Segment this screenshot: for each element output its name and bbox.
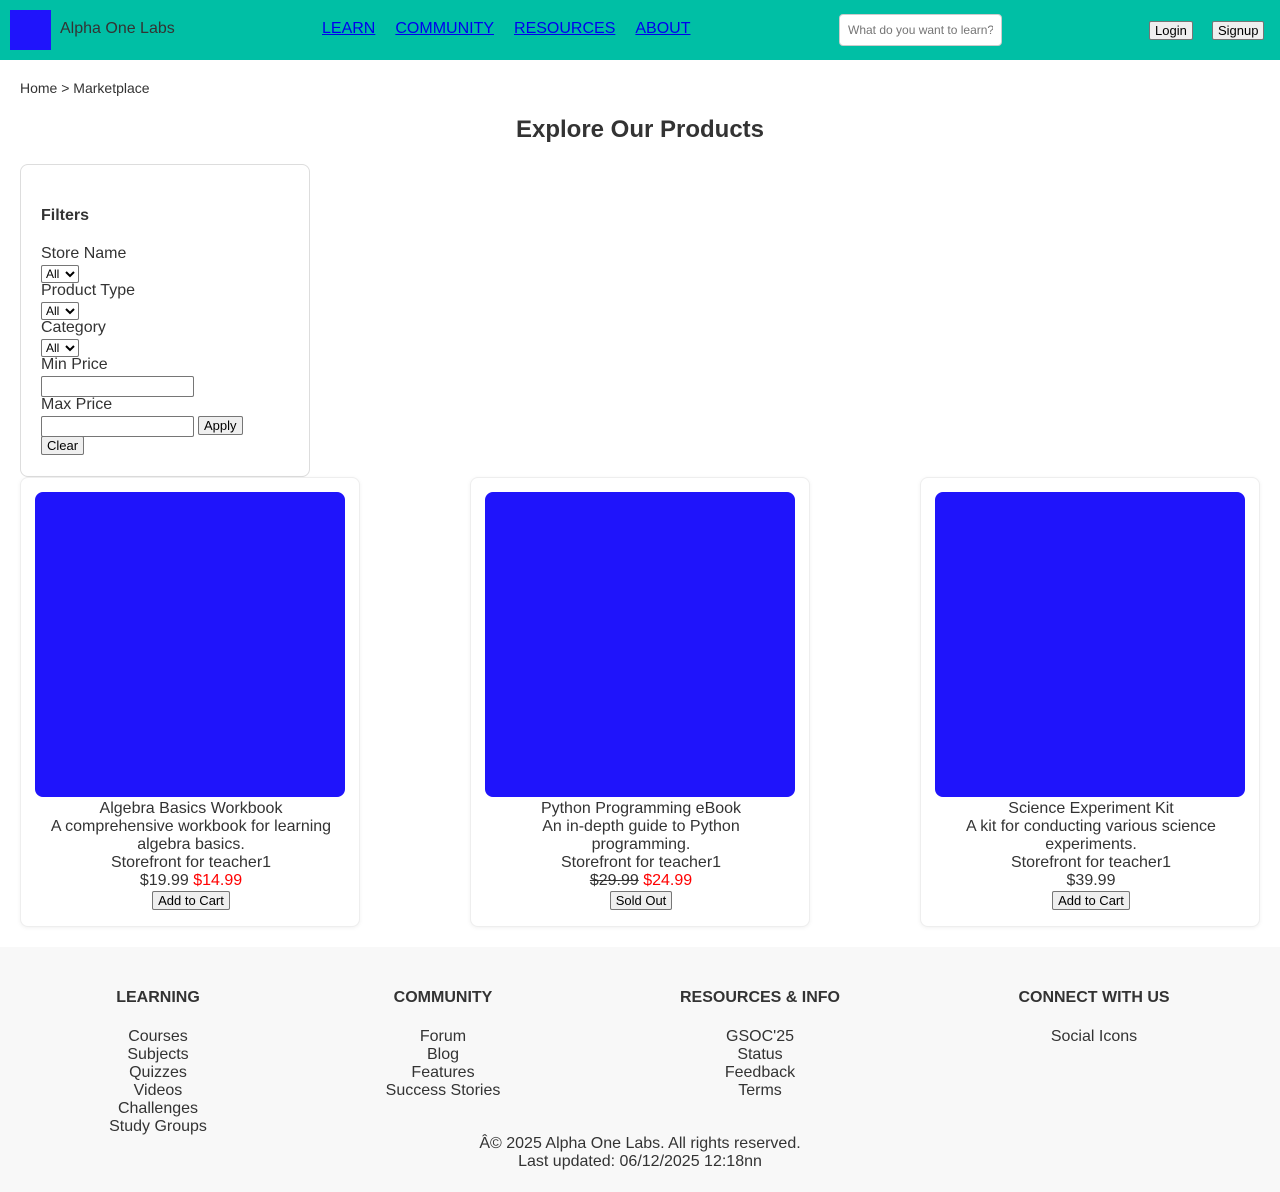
footer-learning: LEARNING Courses Subjects Quizzes Videos…	[108, 989, 208, 1136]
product-store: Storefront for teacher1	[560, 854, 722, 871]
add-to-cart-button[interactable]: Add to Cart	[152, 891, 230, 910]
last-updated-text: Last updated: 06/12/2025 12:18nn	[518, 1153, 762, 1170]
product-original-price: $29.99	[589, 872, 639, 889]
product-card: Python Programming eBook An in-depth gui…	[470, 477, 810, 927]
product-card: Algebra Basics Workbook A comprehensive …	[20, 477, 360, 927]
footer-link-status[interactable]: Status	[670, 1046, 850, 1064]
footer-link-videos[interactable]: Videos	[108, 1082, 208, 1100]
footer-link-feedback[interactable]: Feedback	[670, 1064, 850, 1082]
max-price-input[interactable]	[41, 416, 194, 437]
product-price: $39.99	[1066, 872, 1116, 889]
footer-link-terms[interactable]: Terms	[670, 1082, 850, 1100]
product-price-row: $19.99 $14.99	[41, 872, 341, 890]
product-store: Storefront for teacher1	[1010, 854, 1172, 871]
footer-heading: CONNECT WITH US	[1018, 989, 1170, 1006]
footer-link-features[interactable]: Features	[373, 1064, 513, 1082]
breadcrumb: Home > Marketplace	[20, 80, 150, 96]
product-description: A kit for conducting various science exp…	[966, 818, 1216, 853]
search-input[interactable]	[839, 14, 1002, 46]
product-sale-price: $24.99	[643, 872, 693, 889]
footer-link-quizzes[interactable]: Quizzes	[108, 1064, 208, 1082]
footer-link-gsoc[interactable]: GSOC'25	[670, 1028, 850, 1046]
add-to-cart-button[interactable]: Add to Cart	[1052, 891, 1130, 910]
product-price-row: $39.99	[941, 872, 1241, 890]
top-navbar: Alpha One Labs LEARN COMMUNITY RESOURCES…	[0, 0, 1280, 60]
login-button[interactable]: Login	[1149, 21, 1193, 40]
product-info: Science Experiment Kit A kit for conduct…	[941, 800, 1241, 910]
product-description: A comprehensive workbook for learning al…	[50, 818, 332, 853]
store-name-label: Store Name	[41, 245, 127, 262]
footer-resources: RESOURCES & INFO GSOC'25 Status Feedback…	[670, 989, 850, 1100]
footer-link-courses[interactable]: Courses	[108, 1028, 208, 1046]
clear-button[interactable]: Clear	[41, 436, 85, 455]
page-title: Explore Our Products	[515, 116, 765, 143]
footer-copyright: Â© 2025 Alpha One Labs. All rights reser…	[0, 1135, 1280, 1171]
product-price: $19.99	[139, 872, 189, 889]
product-price-row: $29.99 $24.99	[491, 872, 791, 890]
apply-button[interactable]: Apply	[198, 416, 243, 435]
product-info: Algebra Basics Workbook A comprehensive …	[41, 800, 341, 910]
product-info: Python Programming eBook An in-depth gui…	[491, 800, 791, 910]
footer-link-social-icons[interactable]: Social Icons	[1004, 1028, 1184, 1046]
sold-out-button[interactable]: Sold Out	[609, 891, 673, 910]
footer-heading: COMMUNITY	[393, 989, 493, 1006]
footer: LEARNING Courses Subjects Quizzes Videos…	[0, 947, 1280, 1192]
footer-heading: RESOURCES & INFO	[679, 989, 840, 1006]
product-type-label: Product Type	[41, 282, 135, 299]
footer-link-success-stories[interactable]: Success Stories	[373, 1082, 513, 1100]
footer-link-study-groups[interactable]: Study Groups	[108, 1118, 208, 1136]
footer-link-subjects[interactable]: Subjects	[108, 1046, 208, 1064]
product-image[interactable]	[485, 492, 795, 797]
product-card: Science Experiment Kit A kit for conduct…	[920, 477, 1260, 927]
min-price-label: Min Price	[41, 356, 108, 373]
max-price-label: Max Price	[41, 396, 113, 413]
nav-learn[interactable]: LEARN	[322, 20, 375, 38]
signup-button[interactable]: Signup	[1212, 21, 1265, 40]
product-type-select[interactable]: All	[41, 302, 79, 320]
footer-heading: LEARNING	[116, 989, 200, 1006]
product-description: An in-depth guide to Python programming.	[542, 818, 740, 853]
footer-connect: CONNECT WITH US Social Icons	[1004, 989, 1184, 1046]
product-name[interactable]: Python Programming eBook	[491, 800, 791, 818]
main-nav: LEARN COMMUNITY RESOURCES ABOUT	[322, 20, 691, 38]
category-label: Category	[41, 319, 106, 336]
product-store: Storefront for teacher1	[110, 854, 272, 871]
product-sale-price: $14.99	[193, 872, 243, 889]
product-name[interactable]: Science Experiment Kit	[941, 800, 1241, 818]
nav-community[interactable]: COMMUNITY	[395, 20, 494, 38]
filters-panel: Filters Store Name All Product Type All …	[20, 164, 310, 477]
footer-link-forum[interactable]: Forum	[373, 1028, 513, 1046]
copyright-text: Â© 2025 Alpha One Labs. All rights reser…	[479, 1135, 801, 1152]
footer-community: COMMUNITY Forum Blog Features Success St…	[373, 989, 513, 1100]
logo[interactable]	[10, 10, 51, 50]
product-image[interactable]	[935, 492, 1245, 797]
min-price-input[interactable]	[41, 376, 194, 397]
nav-about[interactable]: ABOUT	[635, 20, 690, 38]
product-name[interactable]: Algebra Basics Workbook	[41, 800, 341, 818]
store-name-select[interactable]: All	[41, 265, 79, 283]
filters-title: Filters	[41, 207, 90, 224]
footer-link-challenges[interactable]: Challenges	[108, 1100, 208, 1118]
category-select[interactable]: All	[41, 339, 79, 357]
nav-resources[interactable]: RESOURCES	[514, 20, 615, 38]
brand-name[interactable]: Alpha One Labs	[60, 20, 175, 38]
product-image[interactable]	[35, 492, 345, 797]
footer-link-blog[interactable]: Blog	[373, 1046, 513, 1064]
